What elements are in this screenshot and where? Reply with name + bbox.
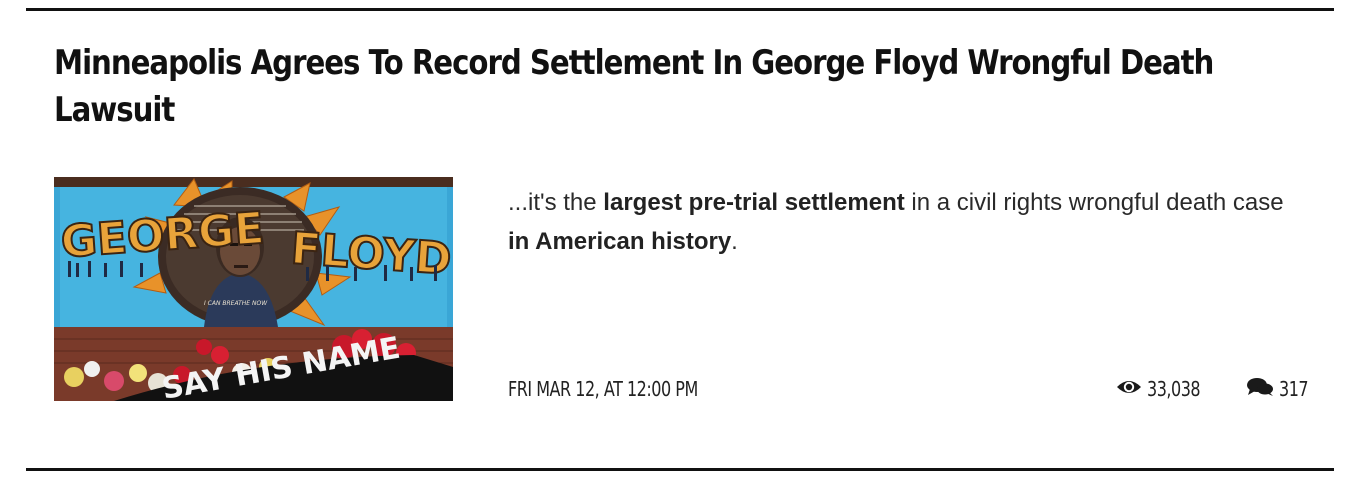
view-count-value: 33,038 — [1147, 377, 1201, 401]
excerpt-emphasis-2: in American history — [508, 228, 732, 255]
article-thumbnail[interactable]: GEORGE FLOYD I CAN BREATHE NOW SAY HIS N… — [54, 177, 453, 401]
excerpt-text-3: . — [731, 228, 738, 255]
article-date: FRI MAR 12, AT 12:00 PM — [508, 377, 698, 401]
comment-count-value: 317 — [1279, 377, 1309, 401]
view-count: 33,038 — [1116, 376, 1213, 402]
comment-bubbles-icon — [1246, 377, 1274, 402]
excerpt-text-2: in a civil rights wrongful death case — [904, 189, 1284, 216]
mural-image: GEORGE FLOYD I CAN BREATHE NOW SAY HIS N… — [54, 177, 453, 401]
svg-text:I CAN BREATHE NOW: I CAN BREATHE NOW — [204, 300, 268, 307]
excerpt-emphasis-1: largest pre-trial settlement — [603, 189, 905, 216]
eye-icon — [1116, 378, 1142, 401]
bottom-divider — [26, 468, 1334, 471]
article-headline[interactable]: Minneapolis Agrees To Record Settlement … — [54, 40, 1241, 134]
top-divider — [26, 8, 1334, 11]
excerpt-text-1: ...it's the — [508, 189, 604, 216]
comment-count[interactable]: 317 — [1246, 376, 1315, 402]
article-excerpt: ...it's the largest pre-trial settlement… — [508, 183, 1298, 261]
